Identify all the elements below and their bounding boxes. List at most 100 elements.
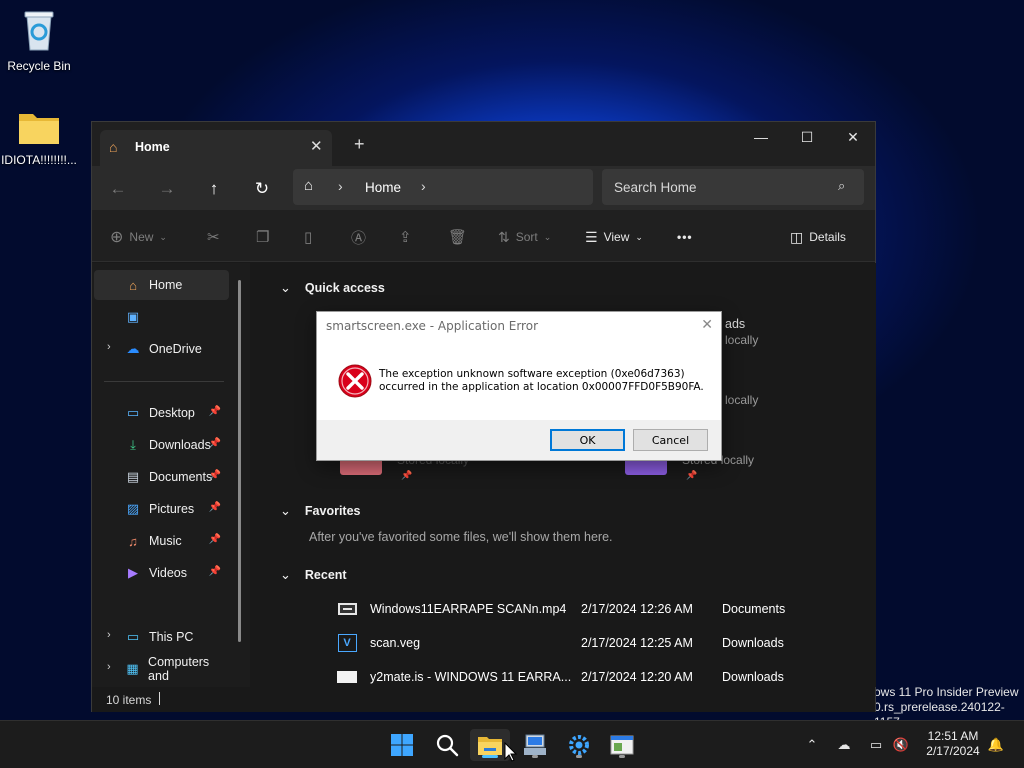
mouse-cursor-icon (504, 742, 518, 762)
close-icon[interactable]: ✕ (701, 317, 713, 333)
start-button[interactable] (382, 729, 422, 761)
cut-icon[interactable]: ✂ (207, 225, 220, 249)
chevron-right-icon[interactable]: › (107, 629, 111, 641)
onedrive-icon[interactable]: ☁ (834, 735, 854, 755)
close-button[interactable]: ✕ (830, 122, 876, 152)
item-count: 10 items (106, 693, 152, 707)
app-taskbar-button[interactable] (602, 729, 642, 761)
dialog-title: smartscreen.exe - Application Error (326, 319, 538, 333)
nav-label: Computers and (148, 655, 210, 683)
maximize-button[interactable]: ☐ (784, 122, 830, 152)
paste-icon[interactable]: ▯ (304, 225, 312, 249)
table-row[interactable]: y2mate.is - WINDOWS 11 EARRA... 2/17/202… (337, 665, 877, 689)
section-quick-access[interactable]: ⌄ Quick access (280, 280, 385, 296)
control-panel-taskbar-button[interactable] (515, 729, 555, 761)
chevron-right-icon[interactable]: › (421, 178, 426, 194)
network-icon: ▦ (126, 661, 139, 676)
notification-bell-icon[interactable]: 🔔 (986, 735, 1006, 755)
sort-label: Sort (515, 230, 538, 244)
file-location: Downloads (722, 636, 784, 650)
nav-item-this-pc[interactable]: › ▭ This PC (94, 622, 229, 652)
desktop-icon: ▭ (126, 405, 140, 420)
folder-icon (478, 737, 502, 755)
desktop-icon-label: Recycle Bin (7, 59, 71, 73)
nav-item-desktop[interactable]: ▭ Desktop 📌 (94, 398, 229, 428)
new-tab-button[interactable]: + (354, 134, 365, 155)
delete-icon[interactable]: 🗑 (448, 225, 467, 249)
nav-scrollbar[interactable] (238, 280, 241, 642)
volume-muted-icon[interactable]: 🔇 (891, 735, 911, 755)
video-icon: ▶ (128, 565, 138, 580)
minimize-button[interactable]: — (738, 122, 784, 152)
section-title: Quick access (304, 281, 385, 295)
back-button[interactable]: ← (103, 174, 133, 204)
home-icon: ⌂ (304, 177, 314, 194)
nav-item-music[interactable]: ♫ Music 📌 (94, 526, 229, 556)
chevron-right-icon[interactable]: › (107, 661, 111, 673)
chevron-right-icon[interactable]: › (107, 341, 111, 353)
settings-taskbar-button[interactable] (559, 729, 599, 761)
running-indicator (532, 755, 538, 758)
dialog-body: The exception unknown software exception… (317, 340, 721, 420)
tab-home[interactable]: ⌂ Home ✕ (100, 130, 332, 166)
copy-icon[interactable]: ❐ (256, 225, 269, 249)
cancel-button[interactable]: Cancel (633, 429, 708, 451)
view-button[interactable]: ☰ View ⌄ (585, 225, 643, 249)
search-button[interactable] (427, 729, 467, 761)
breadcrumb[interactable]: Home (365, 180, 401, 195)
desktop-icon-folder[interactable]: IDIOTA!!!!!!!!... (0, 110, 81, 167)
details-button[interactable]: ◫ Details (790, 225, 846, 249)
sort-button[interactable]: ⇅ Sort ⌄ (498, 225, 551, 249)
address-field[interactable]: ⌂ › Home › (293, 169, 593, 205)
file-name: y2mate.is - WINDOWS 11 EARRA... (370, 670, 572, 684)
nav-item-home[interactable]: ⌂ Home (94, 270, 229, 300)
nav-label: This PC (149, 630, 194, 644)
nav-item-videos[interactable]: ▶ Videos 📌 (94, 558, 229, 588)
new-label: New (129, 230, 154, 244)
chevron-down-icon: ⌄ (280, 503, 291, 518)
search-input[interactable]: Search Home ⌕ (602, 169, 864, 205)
table-row[interactable]: V scan.veg 2/17/2024 12:25 AM Downloads (337, 631, 877, 655)
download-icon: ⤓ (130, 437, 136, 452)
desktop-icon-recycle-bin[interactable]: Recycle Bin (0, 8, 81, 73)
network-icon[interactable]: ▭ (866, 735, 886, 755)
section-favorites[interactable]: ⌄ Favorites (280, 503, 361, 519)
nav-item-onedrive[interactable]: › ☁ OneDrive (94, 334, 229, 364)
desktop-icon-label: IDIOTA!!!!!!!!... (1, 153, 77, 167)
details-label: Details (809, 230, 846, 244)
file-date: 2/17/2024 12:26 AM (581, 602, 693, 616)
up-button[interactable]: ↑ (199, 174, 229, 204)
computer-icon: ▭ (126, 629, 140, 644)
status-divider (159, 692, 160, 705)
nav-item-documents[interactable]: ▤ Documents 📌 (94, 462, 229, 492)
rename-icon[interactable]: Ⓐ (351, 225, 366, 249)
pin-icon: 📌 (208, 470, 221, 481)
tab-title: Home (135, 140, 170, 154)
pin-icon: 📌 (208, 566, 221, 577)
running-indicator (619, 755, 625, 758)
nav-item-network[interactable]: › ▦ Computers and (94, 654, 229, 684)
home-icon: ⌂ (129, 277, 137, 293)
chevron-up-icon[interactable]: ⌃ (802, 735, 822, 755)
nav-item-downloads[interactable]: ⤓ Downloads 📌 (94, 430, 229, 460)
status-bar: 10 items (92, 687, 875, 712)
new-button[interactable]: ⊕ New ⌄ (110, 225, 167, 249)
running-indicator (576, 755, 582, 758)
more-options-button[interactable]: ••• (677, 225, 693, 249)
close-tab-icon[interactable]: ✕ (310, 137, 323, 155)
clock[interactable]: 12:51 AM 2/17/2024 (919, 729, 987, 759)
refresh-button[interactable]: ↻ (247, 174, 277, 204)
favorites-empty-text: After you've favorited some files, we'll… (309, 530, 613, 544)
chevron-down-icon: ⌄ (543, 231, 552, 242)
details-pane-icon: ◫ (790, 228, 804, 245)
ok-button[interactable]: OK (550, 429, 625, 451)
nav-item-gallery[interactable]: ▣ (94, 302, 229, 332)
section-recent[interactable]: ⌄ Recent (280, 567, 347, 583)
share-icon[interactable]: ⇪ (399, 225, 412, 249)
watermark-line: ows 11 Pro Insider Preview (874, 685, 1019, 699)
nav-item-pictures[interactable]: ▨ Pictures 📌 (94, 494, 229, 524)
forward-button[interactable]: → (152, 174, 182, 204)
pin-icon: 📌 (401, 470, 413, 480)
search-placeholder: Search Home (614, 180, 697, 195)
table-row[interactable]: Windows11EARRAPE SCANn.mp4 2/17/2024 12:… (337, 597, 877, 621)
